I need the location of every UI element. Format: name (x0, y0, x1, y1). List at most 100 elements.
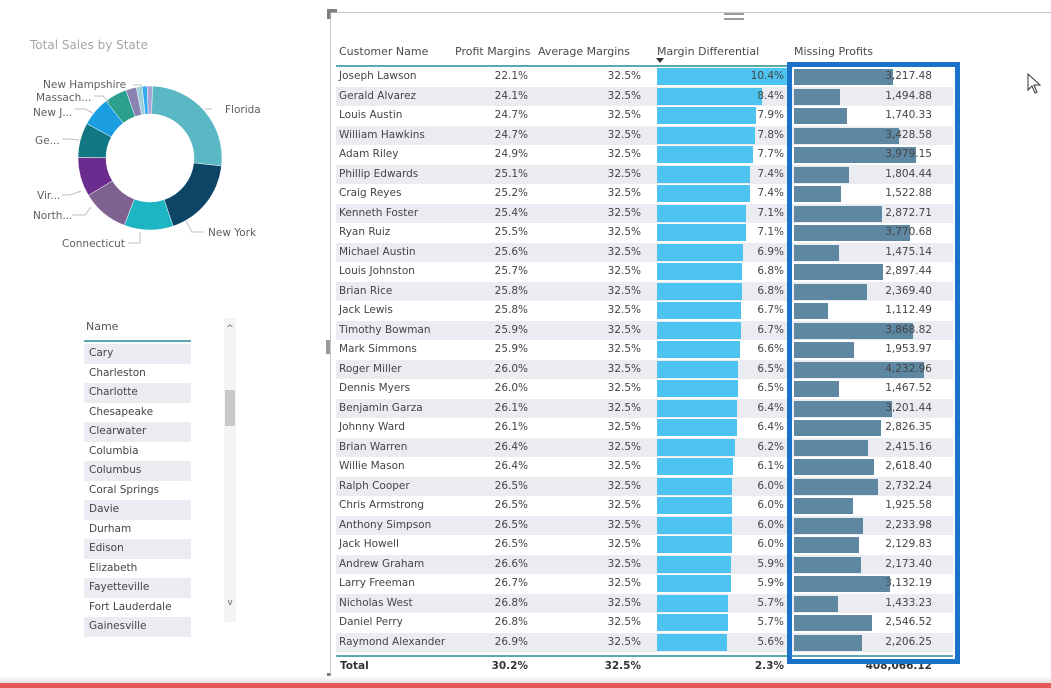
cell-average-margins: 32.5% (607, 167, 641, 180)
cell-profit-margins: 25.8% (494, 304, 528, 316)
cell-profit-margins: 26.0% (494, 382, 528, 394)
slicer-item[interactable]: Cary (84, 344, 191, 364)
slicer-item[interactable]: Charleston (84, 364, 191, 384)
sort-descending-icon[interactable] (656, 58, 664, 63)
cell-customer-name: Michael Austin (339, 245, 416, 258)
cell-average-margins: 32.5% (607, 89, 641, 102)
slicer-item[interactable]: Columbia (84, 442, 191, 462)
cell-customer-name: Johnny Ward (339, 421, 405, 433)
cell-profit-margins: 25.9% (494, 323, 528, 336)
cell-average-margins: 32.5% (607, 109, 641, 121)
margin-differential-bar (657, 126, 755, 144)
scroll-up-icon[interactable]: ^ (224, 324, 236, 334)
cell-margin-differential: 7.1% (757, 206, 784, 219)
margin-differential-bar (657, 360, 738, 378)
cell-margin-differential: 6.0% (757, 479, 784, 492)
donut-label-new-jersey: New J... (33, 107, 72, 119)
cell-margin-differential: 6.2% (757, 440, 784, 453)
cell-average-margins: 32.5% (607, 538, 641, 550)
cell-customer-name: Daniel Perry (339, 616, 403, 628)
resize-handle-left[interactable] (326, 340, 330, 354)
cell-average-margins: 32.5% (607, 421, 641, 433)
cell-profit-margins: 26.8% (494, 596, 528, 609)
margin-differential-bar (657, 516, 732, 534)
cell-average-margins: 32.5% (607, 635, 641, 648)
column-header-margin-differential[interactable]: Margin Differential (657, 45, 759, 58)
slicer-item[interactable]: Coral Springs (84, 481, 191, 501)
missing-profits-highlight (787, 62, 960, 664)
slicer-item[interactable]: Clearwater (84, 422, 191, 442)
cell-average-margins: 32.5% (607, 245, 641, 258)
cell-average-margins: 32.5% (607, 596, 641, 609)
margin-differential-bar (657, 302, 741, 319)
margin-differential-bar (657, 146, 753, 163)
cell-average-margins: 32.5% (607, 148, 641, 160)
slicer-item[interactable]: Edison (84, 539, 191, 559)
margin-differential-bar (657, 341, 740, 358)
cell-customer-name: Brian Rice (339, 284, 393, 297)
cell-margin-differential: 5.7% (757, 616, 784, 628)
drag-grip-icon[interactable] (724, 13, 744, 23)
donut-slice[interactable] (146, 85, 153, 115)
cell-customer-name: Craig Reyes (339, 187, 402, 199)
slicer-item[interactable]: Gainesville (84, 617, 191, 637)
cell-customer-name: Nicholas West (339, 596, 413, 609)
column-header-missing-profits[interactable]: Missing Profits (794, 45, 873, 58)
total-average-margins: 32.5% (604, 660, 641, 672)
donut-chart[interactable]: Florida New York Connecticut North... Vi… (0, 60, 300, 260)
cell-average-margins: 32.5% (607, 284, 641, 297)
cell-margin-differential: 6.4% (757, 401, 784, 414)
cell-profit-margins: 26.7% (494, 577, 528, 589)
slicer-item[interactable]: Fayetteville (84, 578, 191, 598)
slicer-item[interactable]: Chesapeake (84, 403, 191, 423)
name-slicer[interactable]: Name Cary Charleston Charlotte Chesapeake Cl… (84, 316, 244, 637)
donut-label-connecticut: Connecticut (62, 238, 125, 250)
cell-average-margins: 32.5% (607, 518, 641, 531)
cell-profit-margins: 26.9% (494, 635, 528, 648)
margin-differential-bar (657, 185, 750, 202)
cell-profit-margins: 24.1% (494, 89, 528, 102)
cell-average-margins: 32.5% (607, 323, 641, 336)
slicer-item[interactable]: Davie (84, 500, 191, 520)
cell-margin-differential: 6.0% (757, 518, 784, 531)
slicer-item[interactable]: Durham (84, 520, 191, 540)
slicer-list[interactable]: Cary Charleston Charlotte Chesapeake Clearwa… (84, 344, 191, 637)
column-header-average-margins[interactable]: Average Margins (538, 45, 630, 58)
cell-profit-margins: 26.4% (494, 460, 528, 472)
slicer-item[interactable]: Charlotte (84, 383, 191, 403)
leader-north (72, 206, 92, 216)
slicer-scroll-thumb[interactable] (225, 390, 235, 426)
column-header-customer-name[interactable]: Customer Name (339, 45, 428, 58)
cell-average-margins: 32.5% (607, 226, 641, 238)
total-label: Total (340, 660, 369, 672)
cell-margin-differential: 7.8% (757, 128, 784, 141)
slicer-item[interactable]: Elizabeth (84, 559, 191, 579)
slicer-item[interactable]: Fort Lauderdale (84, 598, 191, 618)
cell-margin-differential: 6.8% (757, 284, 784, 297)
donut-slice[interactable] (151, 85, 223, 167)
cell-customer-name: Timothy Bowman (339, 323, 431, 336)
cell-average-margins: 32.5% (607, 362, 641, 375)
cell-profit-margins: 25.4% (494, 206, 528, 219)
donut-slice[interactable] (163, 162, 222, 227)
cell-customer-name: Ryan Ruiz (339, 226, 391, 238)
cell-profit-margins: 26.5% (494, 518, 528, 531)
cell-profit-margins: 26.6% (494, 557, 528, 570)
slicer-scrollbar[interactable]: ^ v (224, 318, 236, 622)
cell-average-margins: 32.5% (607, 70, 641, 82)
cell-customer-name: Louis Johnston (339, 265, 415, 277)
cell-customer-name: Kenneth Foster (339, 206, 419, 219)
cell-profit-margins: 26.5% (494, 538, 528, 550)
cell-customer-name: Adam Riley (339, 148, 399, 160)
slicer-item[interactable]: Columbus (84, 461, 191, 481)
cell-profit-margins: 25.7% (494, 265, 528, 277)
cell-profit-margins: 25.2% (494, 187, 528, 199)
margin-differential-bar (657, 321, 741, 339)
cell-profit-margins: 26.1% (494, 401, 528, 414)
bottom-shadow (0, 676, 1051, 683)
scroll-down-icon[interactable]: v (224, 598, 236, 608)
margin-differential-bar (657, 594, 728, 612)
donut-chart-title: Total Sales by State (30, 38, 148, 52)
column-header-profit-margins[interactable]: Profit Margins (455, 45, 531, 58)
cell-margin-differential: 6.4% (757, 421, 784, 433)
